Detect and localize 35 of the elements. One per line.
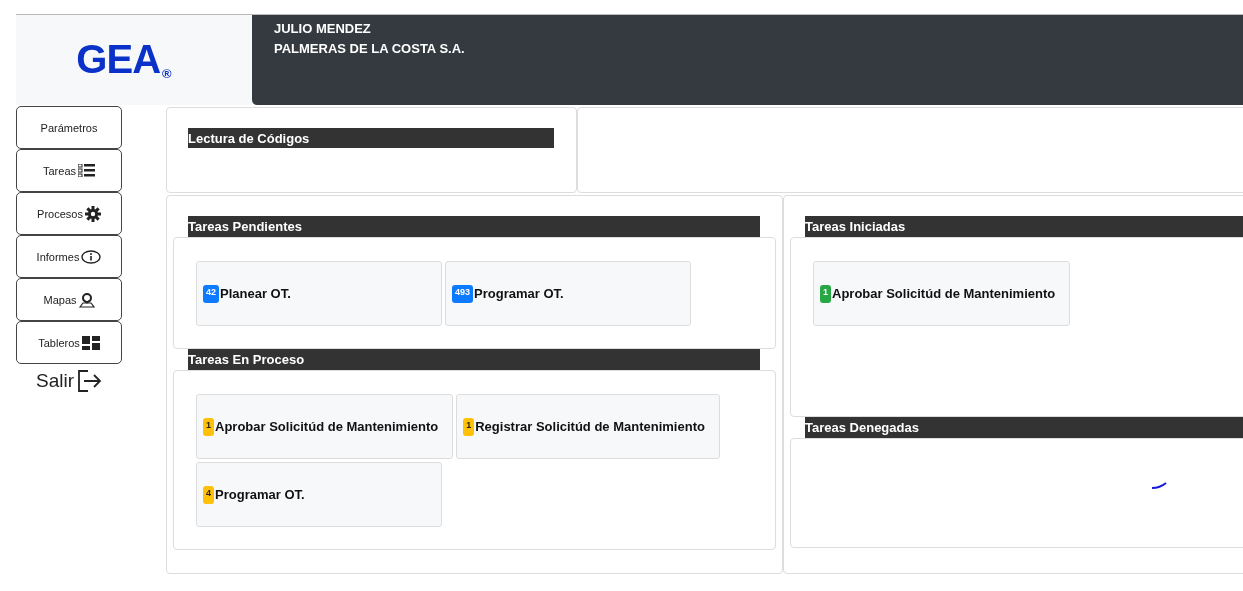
nav-button[interactable]: Tableros [16, 321, 122, 364]
logout-icon [78, 370, 102, 392]
section-title: Lectura de Códigos [188, 128, 554, 148]
task-tile[interactable]: 1 Registrar Solicitúd de Mantenimiento [456, 394, 720, 459]
company-name: PALMERAS DE LA COSTA S.A. [274, 40, 465, 58]
count-badge: 42 [203, 284, 219, 303]
count-badge: 4 [203, 485, 214, 504]
nav-button[interactable]: Tareas [16, 149, 122, 192]
registered-mark: ® [162, 66, 172, 81]
info-icon [81, 249, 102, 264]
count-badge: 1 [463, 417, 475, 436]
logo: GEA [76, 37, 161, 82]
nav-button[interactable]: Parámetros [16, 106, 122, 149]
list-icon [78, 164, 95, 177]
loading-spinner-icon [1151, 482, 1167, 490]
task-tile[interactable]: 42 Planear OT. [196, 261, 442, 326]
section-title: Tareas Pendientes [188, 216, 760, 237]
nav-button[interactable]: Informes [16, 235, 122, 278]
section-title: Tareas Denegadas [805, 417, 1243, 438]
section-title: Tareas En Proceso [188, 349, 760, 370]
dashboard-icon [81, 335, 100, 350]
task-tile[interactable]: 4 Programar OT. [196, 462, 442, 527]
logout-button[interactable]: Salir [36, 370, 102, 392]
count-badge: 1 [820, 284, 831, 303]
task-tile[interactable]: 1 Aprobar Solicitúd de Mantenimiento [196, 394, 454, 459]
map-pin-icon [78, 291, 95, 308]
section-title: Tareas Iniciadas [805, 216, 1243, 237]
count-badge: 493 [452, 284, 474, 303]
gear-icon [84, 205, 101, 222]
nav-button[interactable]: Procesos [16, 192, 122, 235]
nav-button[interactable]: Mapas [16, 278, 122, 321]
task-tile[interactable]: 1 Aprobar Solicitúd de Mantenimiento [813, 261, 1071, 326]
task-tile[interactable]: 493 Programar OT. [445, 261, 691, 326]
user-name: JULIO MENDEZ [274, 20, 371, 38]
count-badge: 1 [203, 417, 214, 436]
